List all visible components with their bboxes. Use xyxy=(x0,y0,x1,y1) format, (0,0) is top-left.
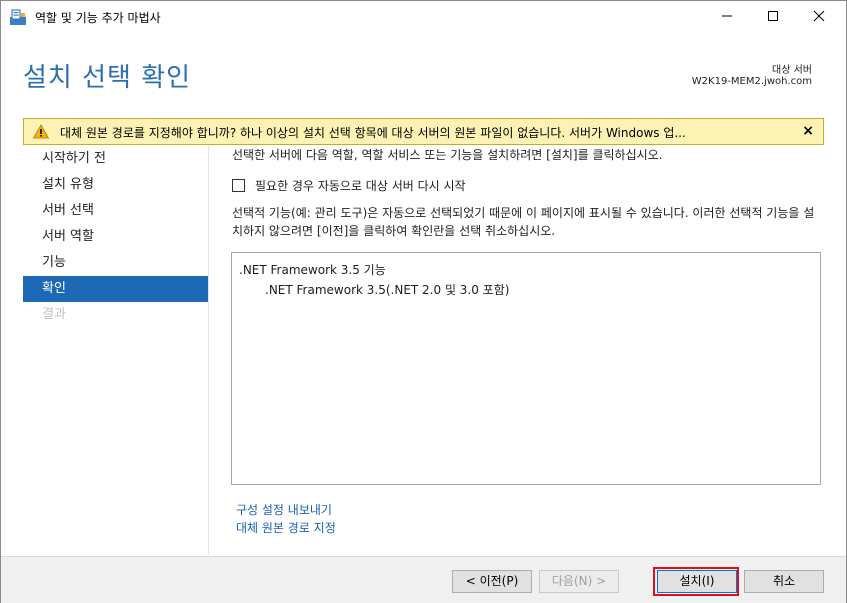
auto-restart-label[interactable]: 필요한 경우 자동으로 대상 서버 다시 시작 xyxy=(255,177,466,194)
nav-item-installation-type[interactable]: 설치 유형 xyxy=(23,172,208,198)
nav-item-confirmation[interactable]: 확인 xyxy=(23,276,208,302)
optional-features-text: 선택적 기능(예: 관리 도구)은 자동으로 선택되었기 때문에 이 페이지에 … xyxy=(232,206,815,238)
nav-item-server-selection[interactable]: 서버 선택 xyxy=(23,198,208,224)
cancel-button[interactable]: 취소 xyxy=(744,570,824,593)
export-settings-link[interactable]: 구성 설정 내보내기 xyxy=(236,501,332,518)
warning-banner[interactable]: 대체 원본 경로를 지정해야 합니까? 하나 이상의 설치 선택 항목에 대상 … xyxy=(23,118,824,145)
nav-item-features[interactable]: 기능 xyxy=(23,250,208,276)
warning-icon xyxy=(32,124,50,139)
list-item[interactable]: .NET Framework 3.5 기능 xyxy=(239,261,386,278)
previous-button[interactable]: < 이전(P) xyxy=(452,570,532,593)
auto-restart-checkbox[interactable] xyxy=(232,178,245,192)
destination-server-name: W2K19-MEM2.jwoh.com xyxy=(691,76,812,87)
close-button[interactable] xyxy=(796,1,842,33)
destination-server-label: 대상 서버 xyxy=(772,65,812,76)
intro-text: 선택한 서버에 다음 역할, 역할 서비스 또는 기능을 설치하려면 [설치]를… xyxy=(232,148,663,162)
nav-item-results: 결과 xyxy=(42,307,66,322)
minimize-icon xyxy=(721,10,733,25)
maximize-button[interactable] xyxy=(750,1,796,33)
nav-divider xyxy=(208,146,209,555)
nav-item-before-you-begin[interactable]: 시작하기 전 xyxy=(23,146,208,172)
install-button[interactable]: 설치(I) xyxy=(657,570,737,593)
page-title: 설치 선택 확인 xyxy=(23,63,192,93)
server-manager-icon xyxy=(9,8,27,26)
auto-restart-option[interactable]: 필요한 경우 자동으로 대상 서버 다시 시작 xyxy=(232,177,466,193)
maximize-icon xyxy=(767,10,779,25)
wizard-footer: < 이전(P) 다음(N) > 설치(I) 취소 xyxy=(1,556,846,603)
selection-list[interactable]: .NET Framework 3.5 기능 .NET Framework 3.5… xyxy=(231,252,821,485)
alternate-source-link[interactable]: 대체 원본 경로 지정 xyxy=(236,519,336,536)
close-icon xyxy=(813,10,825,25)
warning-close-icon[interactable]: × xyxy=(802,123,814,139)
window-title: 역할 및 기능 추가 마법사 xyxy=(35,11,161,25)
wizard-window: 역할 및 기능 추가 마법사 설치 선택 확인 대상 서버 W2K19-MEM2… xyxy=(0,0,847,603)
nav-item-server-roles[interactable]: 서버 역할 xyxy=(23,224,208,250)
list-item[interactable]: .NET Framework 3.5(.NET 2.0 및 3.0 포함) xyxy=(265,281,509,298)
title-bar: 역할 및 기능 추가 마법사 xyxy=(1,1,846,33)
minimize-button[interactable] xyxy=(704,1,750,33)
wizard-steps-nav: 시작하기 전 설치 유형 서버 선택 서버 역할 기능 확인 결과 xyxy=(23,146,208,328)
warning-text[interactable]: 대체 원본 경로를 지정해야 합니까? 하나 이상의 설치 선택 항목에 대상 … xyxy=(60,124,778,141)
next-button: 다음(N) > xyxy=(539,570,619,593)
